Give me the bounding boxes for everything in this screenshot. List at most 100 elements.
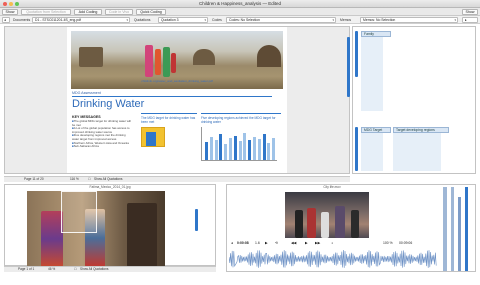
codes-select[interactable]: Codes: No Selection ▾	[226, 17, 336, 23]
quotations-select[interactable]: Quotation 3 ▾	[158, 17, 208, 23]
documents-label: Documents	[13, 18, 31, 22]
hut-shape	[257, 45, 281, 67]
skip-back-icon[interactable]: ◀◀	[291, 241, 296, 245]
chevron-down-icon: ▾	[332, 18, 334, 22]
video-viewer[interactable]: City life.mov ◂ 0:00:08 1.6 ▶ ⟲ ◀◀ ▶ ▶▶ …	[226, 184, 476, 272]
video-panel-title: City life.mov	[323, 185, 341, 189]
person-shape	[145, 45, 153, 77]
person-shape	[335, 206, 345, 238]
rewind-icon[interactable]: ◂	[231, 241, 233, 245]
person-shape	[295, 210, 303, 238]
image-margin-handle[interactable]	[195, 209, 198, 231]
person-shape	[307, 208, 316, 238]
quotations-select-value: Quotation 3	[161, 18, 179, 22]
codes-label: Codes	[212, 18, 222, 22]
quotation-from-selection-button[interactable]: Quotation from Selection	[21, 9, 71, 15]
target-dev-code-bar[interactable]	[393, 127, 441, 171]
filter-suffix-button[interactable]: ▸	[462, 17, 478, 23]
codes-select-value: Codes: No Selection	[229, 18, 260, 22]
image-show-all-checkbox[interactable]: ☐	[74, 267, 77, 272]
bullet-item: Sub-Saharan Africa	[72, 145, 132, 149]
codes-scroll-handle-lower[interactable]	[355, 127, 358, 171]
hut-shape	[193, 49, 215, 65]
person-shape	[41, 211, 63, 267]
mini-chart-bar	[233, 135, 237, 160]
section-divider	[72, 96, 272, 97]
show-inspector-button[interactable]: Show	[462, 9, 478, 15]
mini-chart-bar	[243, 132, 247, 160]
documents-select[interactable]: D1 - STSC011201-IIS_eng.pdf ▾	[32, 17, 130, 23]
codes-scroll-handle[interactable]	[355, 31, 358, 77]
loop-icon[interactable]: ⟲	[275, 241, 278, 245]
mini-chart-bar	[205, 141, 208, 160]
info-box-text: The MDG target for drinking water has be…	[141, 116, 196, 124]
volume-icon[interactable]: ◖	[331, 241, 333, 245]
mdg-target-code-bar[interactable]	[361, 127, 383, 171]
video-time-end: 00:09:06	[399, 241, 413, 245]
audio-waveform[interactable]	[229, 248, 437, 270]
person-shape	[321, 212, 329, 238]
play-icon[interactable]: ▶	[265, 241, 268, 245]
person-shape	[155, 49, 161, 75]
target-dev-code-chip[interactable]: Target developing regions	[393, 127, 449, 133]
key-messages-list: The global MDG target for drinking water…	[72, 119, 132, 149]
play-pause-icon[interactable]: ▶	[305, 241, 308, 245]
person-shape	[127, 203, 157, 267]
video-zoom[interactable]: 100 %	[383, 241, 393, 245]
mini-chart-bar	[272, 137, 276, 160]
pdf-page: childinfo.org/water_and_sanitation_drink…	[67, 27, 287, 173]
image-viewer[interactable]: Fatima_Mexico_2014_01.jpg	[4, 184, 216, 267]
quotation-tracks[interactable]	[439, 187, 475, 271]
info-box-text: Five developing regions achieved the MDG…	[201, 116, 276, 124]
show-sidebar-button[interactable]: Show	[2, 9, 18, 15]
skip-forward-icon[interactable]: ▶▶	[315, 241, 320, 245]
add-coding-button[interactable]: Add Coding	[74, 9, 102, 15]
image-zoom[interactable]: 46 %	[48, 267, 55, 272]
mini-bar-chart	[201, 127, 277, 161]
family-code-chip[interactable]: Family	[361, 31, 391, 37]
image-page-indicator: Page 1 of 1	[18, 267, 35, 271]
show-all-quotations-label: Show All Quotations	[94, 177, 123, 181]
video-frame[interactable]	[285, 192, 369, 238]
chevron-down-icon: ▾	[204, 18, 206, 22]
person-shape	[163, 47, 170, 77]
document-title: Drinking Water	[72, 98, 145, 110]
image-panel-title: Fatima_Mexico_2014_01.jpg	[89, 185, 131, 189]
mdg-target-code-chip[interactable]: MDG Target	[361, 127, 391, 133]
document-zoom[interactable]: 116 %	[70, 177, 79, 182]
show-all-quotations-checkbox[interactable]: ☐	[88, 177, 91, 182]
mini-chart-bar	[262, 134, 266, 160]
chevron-down-icon: ▾	[454, 18, 456, 22]
documents-filter-prefix[interactable]: ◂	[2, 17, 10, 23]
quotations-label: Quotations	[134, 18, 151, 22]
memos-select[interactable]: Memos: No Selection ▾	[360, 17, 458, 23]
mini-chart-bar	[229, 138, 232, 160]
document-viewer[interactable]: childinfo.org/water_and_sanitation_drink…	[4, 26, 350, 174]
documents-select-value: D1 - STSC011201-IIS_eng.pdf	[35, 18, 81, 22]
mini-chart-bar	[209, 136, 213, 160]
document-margin-handle[interactable]	[347, 37, 350, 97]
person-shape	[351, 210, 359, 238]
memos-select-value: Memos: No Selection	[363, 18, 396, 22]
video-speed[interactable]: 1.6	[255, 241, 260, 245]
code-in-vivo-button[interactable]: Code in Vivo	[105, 9, 133, 15]
mini-chart-bar	[219, 133, 223, 160]
family-code-bar[interactable]	[361, 31, 383, 111]
hut-shape	[79, 47, 103, 67]
window-title: Children & Happiness_analysis — Edited	[198, 1, 282, 6]
image-quotation-selection[interactable]	[61, 191, 97, 233]
mini-chart-bar	[267, 142, 271, 160]
document-url[interactable]: childinfo.org/water_and_sanitation_drink…	[71, 79, 283, 83]
info-box-regions: Five developing regions achieved the MDG…	[201, 113, 281, 161]
mini-chart-bar	[257, 138, 261, 160]
quick-coding-button[interactable]: Quick Coding	[136, 9, 166, 15]
document-status-bar: Page 11 of 20 116 % ☐ Show All Quotation…	[4, 176, 350, 182]
toolbar: Show Quotation from Selection Add Coding…	[0, 8, 480, 16]
mini-chart-bar	[248, 140, 252, 160]
video-time-start: 0:00:08	[237, 241, 249, 245]
info-box-graphic	[141, 127, 165, 147]
filter-bar: ◂ Documents D1 - STSC011201-IIS_eng.pdf …	[0, 16, 480, 24]
mini-chart-bar	[224, 143, 228, 160]
section-head: MDG Assessment	[72, 91, 101, 95]
mini-chart-bar	[253, 136, 256, 160]
